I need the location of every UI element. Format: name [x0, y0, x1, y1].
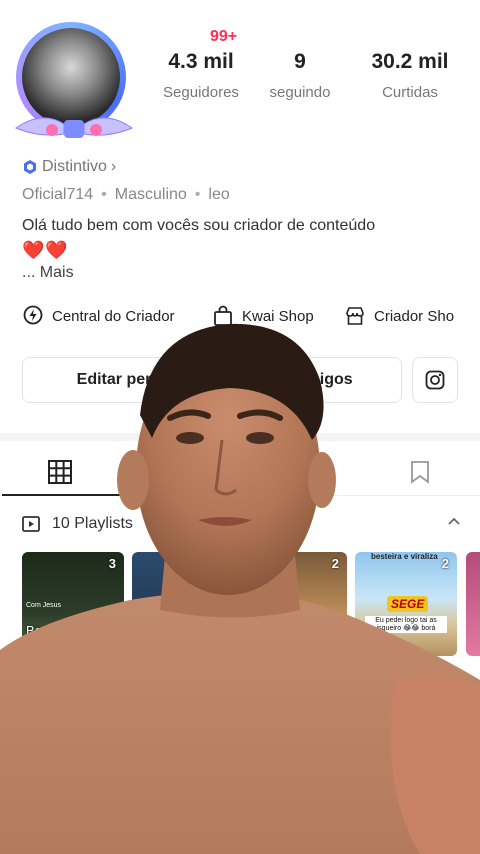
badge-label: Distintivo [42, 158, 107, 175]
shortcut-kwai-shop[interactable]: Kwai Shop [212, 305, 314, 327]
shortcut-creator-center[interactable]: Central do Criador [22, 305, 175, 327]
grid-icon [48, 460, 72, 484]
lightning-circle-icon [23, 305, 43, 325]
creator-shortcuts: Central do Criador Kwai Shop Criador Sho [22, 305, 472, 331]
bio-more-link[interactable]: ... Mais [22, 264, 74, 282]
notification-badge[interactable]: 99+ [210, 28, 237, 46]
playlist-top-caption: besteira e viraliza [371, 552, 438, 561]
playlist-caption: Chaves senas [249, 623, 332, 638]
playlist-small-text: Com Jesus [26, 602, 62, 609]
tab-grid[interactable] [0, 448, 120, 496]
stat-likes[interactable]: 30.2 mil Curtidas [354, 50, 466, 101]
profile-avatar[interactable] [12, 18, 136, 142]
playlist-card[interactable] [132, 552, 234, 656]
playlist-card[interactable]: 3 Com Jesus Bom di [22, 552, 124, 656]
playlist-caption: T [359, 623, 367, 638]
playlist-card[interactable] [466, 552, 480, 656]
stat-following[interactable]: 9 seguindo [264, 50, 336, 101]
shortcut-creator-shop[interactable]: Criador Sho [344, 305, 454, 327]
location-tag: leo [208, 186, 230, 203]
likes-label: Curtidas [382, 84, 438, 101]
shopping-bag-icon [214, 305, 232, 326]
shortcut-label: Central do Criador [52, 307, 175, 325]
instagram-button[interactable] [412, 357, 458, 403]
playlist-video-count: 2 [441, 556, 449, 571]
playlist-carousel: 3 Com Jesus Bom di 2 Chaves senas bestei… [22, 552, 480, 656]
avatar-wings-decoration [14, 117, 134, 138]
following-count: 9 [294, 50, 306, 73]
video-emoji-overlay: 😂😂😂 [380, 682, 446, 704]
hexagon-badge-icon [24, 160, 36, 174]
playlist-caption: Bom di [26, 623, 67, 638]
instagram-icon [425, 370, 445, 390]
bio-hearts: ❤️❤️ [22, 240, 69, 260]
meta-separator: • [194, 186, 201, 203]
shop-store-icon [346, 307, 364, 325]
playlist-card[interactable]: besteira e viraliza 2 SEGE Eu pedei logo… [355, 552, 457, 656]
meta-separator: • [101, 186, 107, 203]
tab-saved[interactable] [360, 448, 480, 496]
profile-bio: Olá tudo bem com vocês sou criador de co… [22, 217, 376, 234]
playlists-count-label: 10 Playlists [52, 515, 133, 532]
chevron-right-icon: › [110, 158, 117, 175]
badge-link[interactable]: Distintivo › [22, 158, 116, 176]
shortcut-label: Criador Sho [374, 307, 455, 325]
edit-profile-button[interactable]: Editar per [22, 357, 206, 403]
playlist-tag: SEGE [387, 596, 429, 612]
shortcut-label: Kwai Shop [242, 307, 314, 325]
add-friends-button[interactable]: nar amigos [218, 357, 402, 403]
playlist-icon [22, 516, 40, 532]
profile-stats: 99+ 4.3 mil Seguidores 9 seguindo 30.2 m… [146, 28, 466, 114]
followers-label: Seguidores [163, 84, 239, 101]
tab-private[interactable] [120, 448, 240, 496]
following-label: seguindo [269, 84, 331, 101]
followers-count: 4.3 mil [168, 50, 234, 73]
likes-count: 30.2 mil [371, 50, 449, 73]
playlist-video-count: 3 [108, 556, 116, 571]
gender: Masculino [114, 186, 187, 203]
profile-actions: Editar per nar amigos [22, 357, 458, 403]
heart-icon [288, 460, 312, 483]
playlist-video-count: 2 [331, 556, 339, 571]
user-id: Oficial714 [22, 186, 94, 203]
playlist-sticker-text: Eu pedei logo tai as isqueiro 😂😂 borá [365, 616, 447, 633]
stat-followers[interactable]: 4.3 mil Seguidores [146, 50, 256, 101]
section-divider [0, 433, 480, 441]
playlists-header[interactable]: 10 Playlists [22, 512, 462, 536]
bookmark-icon [411, 461, 429, 484]
profile-meta: Oficial714 • Masculino • leo [22, 186, 230, 204]
tab-liked[interactable] [240, 448, 360, 496]
active-tab-indicator [2, 494, 120, 496]
chevron-up-icon[interactable] [446, 514, 462, 530]
lock-icon [171, 462, 189, 483]
content-tabs [0, 448, 480, 496]
playlist-card[interactable]: 2 Chaves senas [245, 552, 347, 656]
